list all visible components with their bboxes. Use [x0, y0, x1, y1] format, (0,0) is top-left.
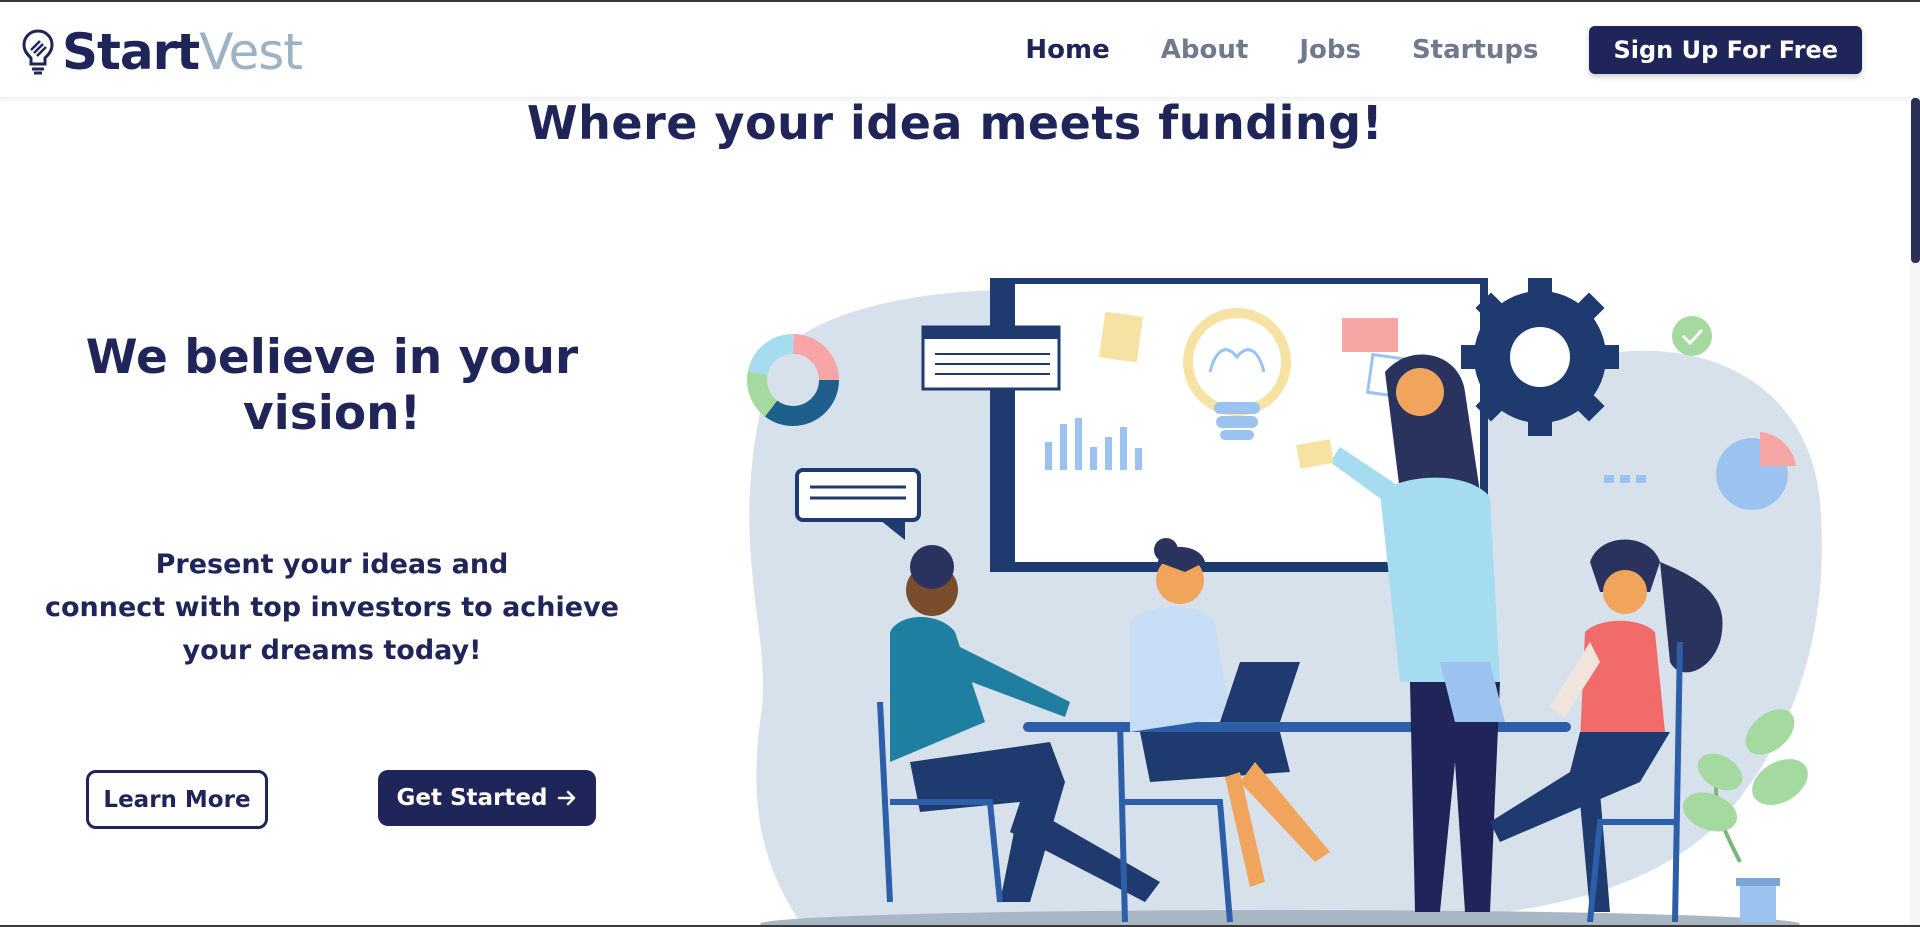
hero-subtitle-line: Present your ideas and — [155, 549, 509, 580]
dots-icon — [1604, 475, 1646, 483]
hero-subtitle-line: your dreams today! — [182, 635, 482, 666]
sticky-note — [1342, 318, 1398, 352]
nav-home[interactable]: Home — [1025, 35, 1109, 65]
logo[interactable]: StartVest — [20, 26, 303, 78]
scrollbar-thumb[interactable] — [1911, 98, 1920, 263]
brand-name-vest: Vest — [199, 23, 303, 81]
browser-card-icon — [921, 325, 1061, 391]
gear-icon — [1461, 278, 1619, 436]
nav-startups[interactable]: Startups — [1412, 35, 1539, 65]
hero-heading: We believe in your vision! — [85, 330, 579, 441]
arrow-right-icon — [558, 790, 576, 806]
nav-jobs[interactable]: Jobs — [1299, 35, 1361, 65]
get-started-label: Get Started — [396, 785, 548, 811]
hero-text: We believe in your vision! Present your … — [30, 330, 634, 672]
page-title: Where your idea meets funding! — [526, 96, 1384, 150]
brand-name: StartVest — [62, 27, 303, 77]
hero-subtitle-line: connect with top investors to achieve — [44, 592, 619, 623]
nav-links: Home About Jobs Startups Sign Up For Fre… — [974, 26, 1862, 74]
team-meeting-illustration — [747, 278, 1822, 927]
check-circle-icon — [1672, 316, 1712, 356]
get-started-button[interactable]: Get Started — [378, 770, 596, 826]
sticky-note — [1098, 311, 1144, 363]
signup-button[interactable]: Sign Up For Free — [1589, 26, 1862, 74]
nav-about[interactable]: About — [1161, 35, 1249, 65]
brand-name-start: Start — [62, 23, 200, 81]
lightbulb-logo-icon — [22, 29, 54, 75]
hero-subtitle: Present your ideas and connect with top … — [30, 543, 634, 672]
learn-more-button[interactable]: Learn More — [86, 770, 268, 829]
navbar: StartVest Home About Jobs Startups Sign … — [0, 2, 1920, 98]
